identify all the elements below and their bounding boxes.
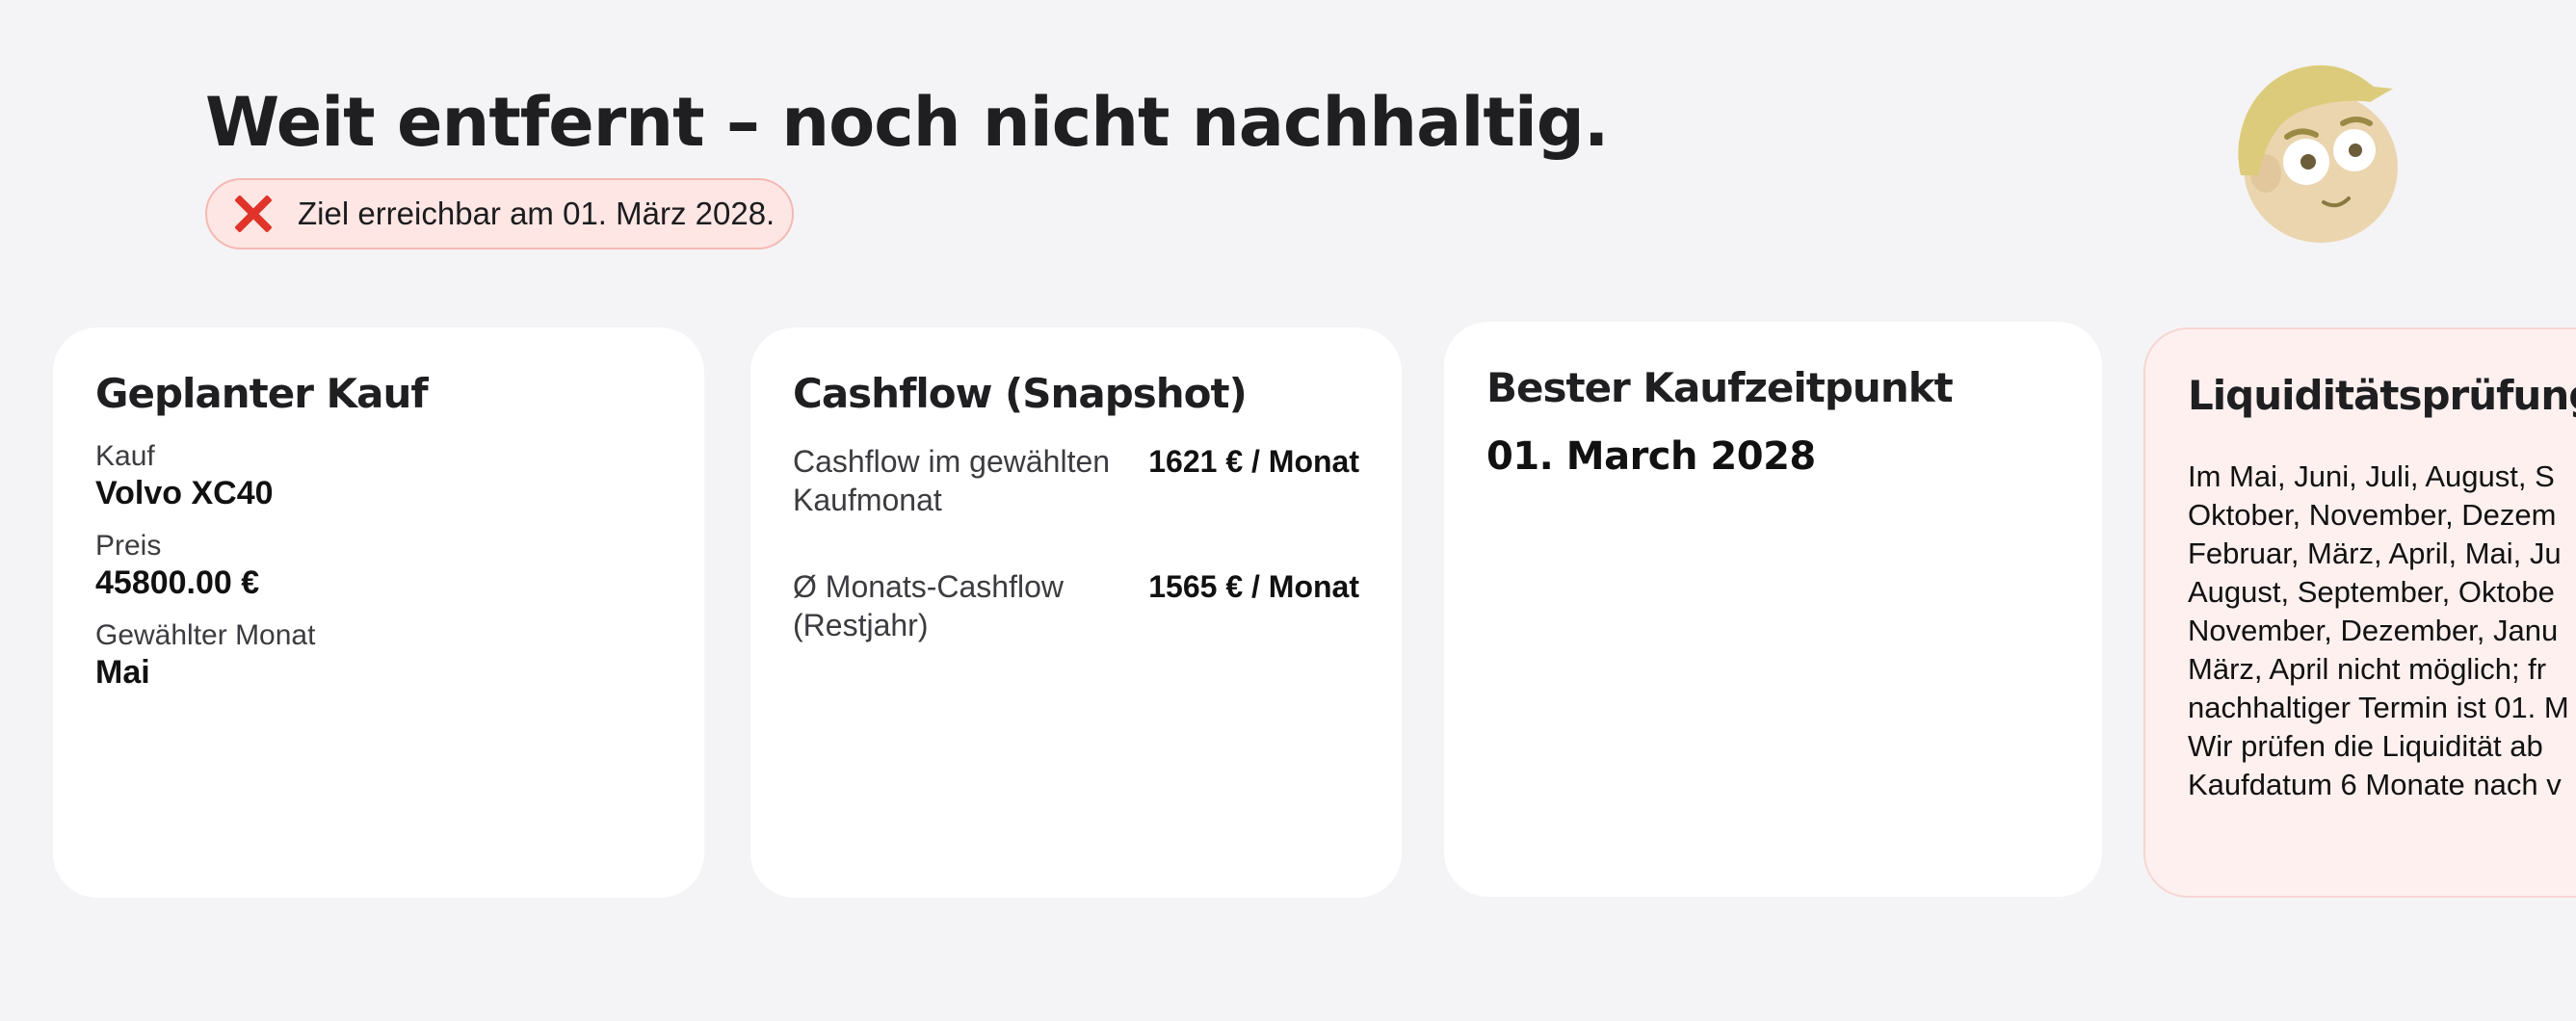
cashflow-purchase-month-label: Cashflow im gewählten Kaufmonat bbox=[793, 444, 1111, 517]
status-badge-text: Ziel erreichbar am 01. März 2028. bbox=[298, 196, 775, 231]
best-purchase-time-title: Bester Kaufzeitpunkt bbox=[1486, 364, 1954, 411]
best-purchase-time-card: Bester Kaufzeitpunkt 01. March 2028 bbox=[1444, 322, 2102, 897]
liquidity-line: Wir prüfen die Liquidität ab bbox=[2188, 729, 2543, 763]
liquidity-line: Im Mai, Juni, Juli, August, S bbox=[2188, 459, 2555, 493]
best-purchase-date: 01. March 2028 bbox=[1486, 434, 1816, 479]
cashflow-snapshot-card: Cashflow (Snapshot) Cashflow im gewählte… bbox=[750, 327, 1402, 898]
liquidity-check-title: Liquiditätsprüfung bbox=[2188, 372, 2576, 419]
liquidity-line: August, September, Oktobe bbox=[2188, 575, 2555, 609]
liquidity-check-card: Liquiditätsprüfung Im Mai, Juni, Juli, A… bbox=[2143, 327, 2576, 898]
x-icon bbox=[232, 193, 275, 235]
cashflow-row-average: Ø Monats-Cashflow (Restjahr) 1565 € / Mo… bbox=[793, 567, 1359, 644]
selected-month-label: Gewählter Monat bbox=[95, 619, 316, 651]
cashflow-average-value: 1565 € / Monat bbox=[1148, 569, 1359, 604]
purchase-item-label: Kauf bbox=[95, 440, 155, 472]
liquidity-line: Kaufdatum 6 Monate nach v bbox=[2188, 768, 2562, 801]
cashflow-average-label: Ø Monats-Cashflow (Restjahr) bbox=[793, 569, 1064, 642]
liquidity-line: nachhaltiger Termin ist 01. M bbox=[2188, 691, 2569, 724]
liquidity-line: März, April nicht möglich; fr bbox=[2188, 652, 2547, 686]
cashflow-purchase-month-value: 1621 € / Monat bbox=[1148, 444, 1359, 479]
liquidity-line: Februar, März, April, Mai, Ju bbox=[2188, 537, 2562, 570]
price-label: Preis bbox=[95, 530, 162, 562]
liquidity-line: Oktober, November, Dezem bbox=[2188, 498, 2557, 532]
purchase-item-value: Volvo XC40 bbox=[95, 475, 274, 511]
price-value: 45800.00 € bbox=[95, 564, 260, 601]
status-badge: Ziel erreichbar am 01. März 2028. bbox=[205, 178, 794, 249]
liquidity-check-text: Im Mai, Juni, Juli, August, S Oktober, N… bbox=[2188, 458, 2576, 804]
cashflow-row-purchase-month: Cashflow im gewählten Kaufmonat 1621 € /… bbox=[793, 442, 1359, 519]
planned-purchase-title: Geplanter Kauf bbox=[95, 370, 429, 417]
selected-month-value: Mai bbox=[95, 654, 150, 691]
page: Weit entfernt – noch nicht nachhaltig. Z… bbox=[0, 0, 2576, 1021]
planned-purchase-card: Geplanter Kauf Kauf Volvo XC40 Preis 458… bbox=[53, 327, 704, 898]
page-title: Weit entfernt – noch nicht nachhaltig. bbox=[205, 83, 1610, 162]
liquidity-line: November, Dezember, Janu bbox=[2188, 614, 2559, 647]
cartoon-face-avatar-icon bbox=[2229, 60, 2403, 252]
cashflow-title: Cashflow (Snapshot) bbox=[793, 370, 1248, 417]
